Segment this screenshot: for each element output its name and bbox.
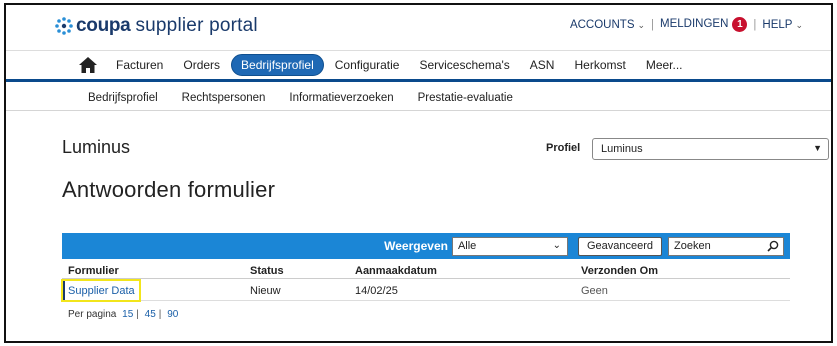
home-icon[interactable] [78,56,98,74]
coupa-logo-icon [55,17,73,35]
advanced-search-button[interactable]: Geavanceerd [577,236,662,256]
per-page-label: Per pagina [68,309,117,320]
status-cell: Nieuw [250,285,281,297]
top-nav: ACCOUNTS ⌄ | MELDINGEN 1 | HELP ⌄ [570,17,803,32]
meldingen-menu[interactable]: MELDINGEN 1 [660,17,748,32]
nav-herkomst[interactable]: Herkomst [574,55,625,75]
dropdown-arrow-icon: ▼ [813,143,822,153]
chevron-down-icon: ⌄ [795,19,803,30]
sub-nav: Bedrijfsprofiel Rechtspersonen Informati… [6,85,831,111]
nav-asn[interactable]: ASN [530,55,555,75]
table-toolbar: Weergeven Alle ⌄ Geavanceerd Zoeken [62,233,790,259]
subnav-bedrijfsprofiel[interactable]: Bedrijfsprofiel [88,92,158,104]
weergeven-label: Weergeven [384,239,448,253]
table-row: Supplier Data Nieuw 14/02/25 Geen [62,281,790,301]
meldingen-label: MELDINGEN [660,18,729,30]
column-header-verzonden-om[interactable]: Verzonden Om [581,265,658,277]
highlight-box [61,279,141,302]
nav-meer[interactable]: Meer... [646,55,683,75]
column-header-formulier[interactable]: Formulier [68,265,119,277]
divider: | [753,18,757,31]
chevron-down-icon: ⌄ [552,239,561,251]
supplier-name: Luminus [62,137,131,157]
help-label: HELP [762,18,793,31]
weergeven-select-value: Alle [457,239,477,252]
profiel-select[interactable]: Luminus ▼ [592,138,829,160]
table-header: Formulier Status Aanmaakdatum Verzonden … [62,261,790,279]
nav-bedrijfsprofiel[interactable]: Bedrijfsprofiel [231,54,324,76]
column-header-aanmaakdatum[interactable]: Aanmaakdatum [355,265,437,277]
verzonden-om-cell: Geen [581,285,608,297]
profiel-label: Profiel [546,142,581,154]
top-header: coupa supplier portal ACCOUNTS ⌄ | MELDIN… [6,5,831,49]
divider: | [158,309,162,320]
accounts-menu[interactable]: ACCOUNTS ⌄ [570,19,645,31]
main-nav: Facturen Orders Bedrijfsprofiel Configur… [6,50,831,82]
nav-facturen[interactable]: Facturen [116,55,163,75]
logo-brand-text: coupa [76,15,131,36]
chevron-down-icon: ⌄ [637,19,646,30]
per-page-90[interactable]: 90 [167,309,178,320]
subnav-prestatie-evaluatie[interactable]: Prestatie-evaluatie [418,92,513,104]
subnav-rechtspersonen[interactable]: Rechtspersonen [182,92,266,104]
page-title: Antwoorden formulier [62,177,276,202]
aanmaakdatum-cell: 14/02/25 [355,285,398,297]
nav-serviceschemas[interactable]: Serviceschema's [419,55,509,75]
app-frame: coupa supplier portal ACCOUNTS ⌄ | MELDIN… [4,3,833,343]
coupa-logo[interactable]: coupa supplier portal [54,15,258,37]
nav-orders[interactable]: Orders [183,55,220,75]
subnav-informatieverzoeken[interactable]: Informatieverzoeken [289,92,393,104]
column-header-status[interactable]: Status [250,265,284,277]
pagination: Per pagina 15 | 45 | 90 [68,309,181,320]
profiel-select-value: Luminus [601,143,643,155]
search-icon[interactable] [767,240,779,252]
logo-portal-text: supplier portal [135,15,258,36]
divider: | [651,18,655,31]
per-page-15[interactable]: 15 [122,309,133,320]
accounts-label: ACCOUNTS [569,18,635,31]
notification-badge: 1 [732,17,748,32]
search-placeholder: Zoeken [674,239,711,252]
nav-configuratie[interactable]: Configuratie [335,55,400,75]
per-page-45[interactable]: 45 [145,309,156,320]
divider: | [136,309,139,320]
weergeven-select[interactable]: Alle ⌄ [451,236,568,256]
search-input[interactable]: Zoeken [668,236,784,256]
help-menu[interactable]: HELP ⌄ [762,19,803,31]
